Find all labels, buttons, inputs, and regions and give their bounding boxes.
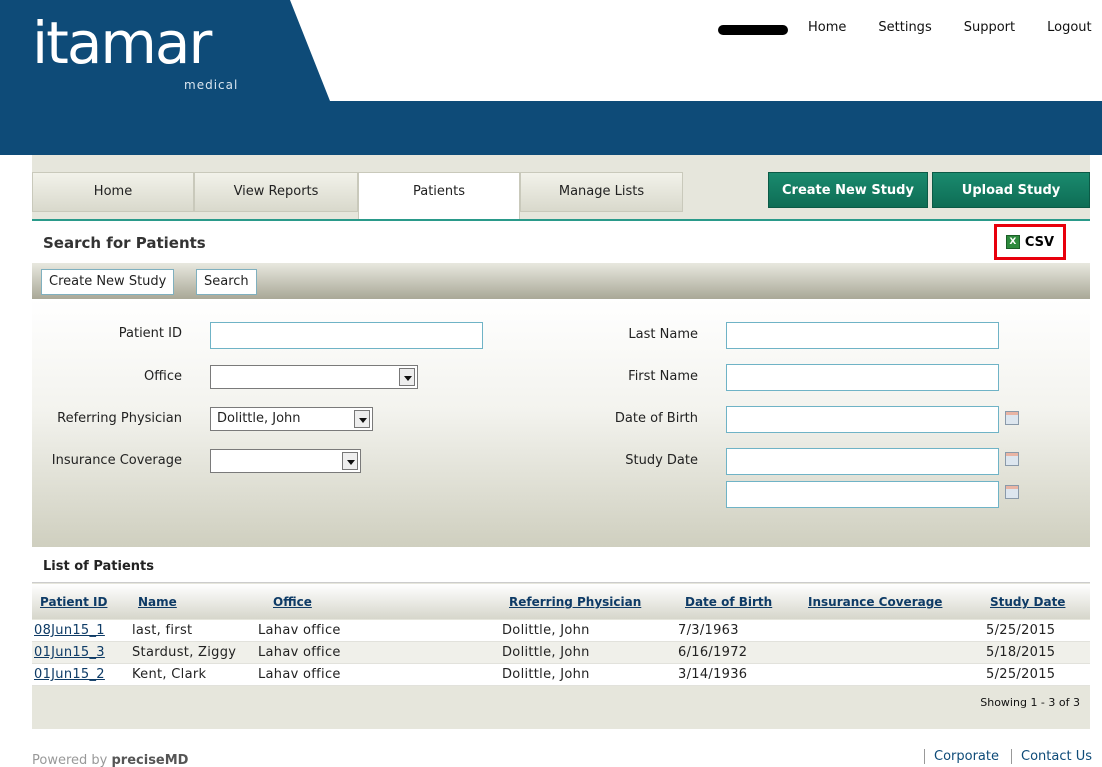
chevron-down-icon: [399, 368, 415, 386]
cell-patient-id[interactable]: 01Jun15_2: [34, 667, 105, 682]
csv-label: CSV: [1024, 234, 1055, 250]
csv-export-button[interactable]: X CSV: [994, 224, 1066, 260]
redacted-username: [718, 25, 788, 35]
toolbar-create-new-study-button[interactable]: Create New Study: [41, 269, 175, 295]
topnav-settings[interactable]: Settings: [878, 20, 931, 35]
cell-date-of-birth: 3/14/1936: [678, 667, 748, 682]
tab-patients[interactable]: Patients: [358, 172, 520, 219]
referring-physician-select[interactable]: Dolittle, John: [210, 407, 373, 431]
logo-text: itamar: [32, 9, 212, 77]
pagination-status: Showing 1 - 3 of 3: [980, 696, 1080, 709]
powered-by-brand[interactable]: preciseMD: [112, 753, 189, 767]
cell-patient-id[interactable]: 08Jun15_1: [34, 623, 105, 638]
cell-office: Lahav office: [258, 645, 341, 660]
cell-office: Lahav office: [258, 667, 341, 682]
referring-physician-value: Dolittle, John: [217, 411, 301, 426]
calendar-icon[interactable]: [1005, 452, 1019, 466]
first-name-label: First Name: [628, 369, 698, 384]
footer-link-contact-us[interactable]: Contact Us: [1011, 749, 1092, 764]
search-form: Patient ID Office Referring Physician Do…: [32, 299, 1090, 547]
cell-referring-physician: Dolittle, John: [502, 667, 590, 682]
upload-study-button[interactable]: Upload Study: [932, 172, 1090, 208]
referring-physician-label: Referring Physician: [57, 411, 182, 426]
table-row[interactable]: 08Jun15_1 last, first Lahav office Dolit…: [32, 620, 1090, 642]
cell-office: Lahav office: [258, 623, 341, 638]
footer-link-corporate[interactable]: Corporate: [924, 749, 999, 764]
cell-study-date: 5/18/2015: [986, 645, 1056, 660]
cell-name: Stardust, Ziggy: [132, 645, 237, 660]
powered-by-text: Powered by: [32, 753, 108, 767]
search-button[interactable]: Search: [196, 269, 257, 295]
cell-name: last, first: [132, 623, 193, 638]
date-of-birth-input[interactable]: [726, 406, 999, 433]
patient-id-label: Patient ID: [118, 326, 182, 341]
logo-tagline: medical: [184, 78, 239, 92]
tab-view-reports[interactable]: View Reports: [194, 172, 358, 212]
main-content: Home View Reports Patients Manage Lists …: [32, 155, 1090, 729]
study-date-label: Study Date: [625, 453, 698, 468]
office-select[interactable]: [210, 365, 418, 389]
col-study-date[interactable]: Study Date: [990, 595, 1065, 609]
cell-study-date: 5/25/2015: [986, 623, 1056, 638]
cell-date-of-birth: 7/3/1963: [678, 623, 739, 638]
col-insurance-coverage[interactable]: Insurance Coverage: [808, 595, 942, 609]
excel-icon: X: [1005, 235, 1020, 249]
list-title: List of Patients: [43, 559, 154, 574]
first-name-input[interactable]: [726, 364, 999, 391]
last-name-label: Last Name: [628, 327, 698, 342]
study-date-to-input[interactable]: [726, 481, 999, 508]
footer-links: Corporate Contact Us: [924, 749, 1092, 764]
col-office[interactable]: Office: [273, 595, 312, 609]
topnav-support[interactable]: Support: [964, 20, 1015, 35]
list-header: List of Patients: [32, 547, 1090, 583]
footer-powered-by: Powered by preciseMD: [32, 753, 188, 767]
office-label: Office: [144, 369, 182, 384]
insurance-coverage-select[interactable]: [210, 449, 361, 473]
logo[interactable]: itamar medical: [32, 9, 237, 92]
create-new-study-button[interactable]: Create New Study: [768, 172, 928, 208]
cell-patient-id[interactable]: 01Jun15_3: [34, 645, 105, 660]
tab-home[interactable]: Home: [32, 172, 194, 212]
study-date-from-input[interactable]: [726, 448, 999, 475]
table-row[interactable]: 01Jun15_3 Stardust, Ziggy Lahav office D…: [32, 642, 1090, 664]
table-header: Patient ID Name Office Referring Physici…: [32, 584, 1090, 619]
topnav-logout[interactable]: Logout: [1047, 20, 1092, 35]
topnav-home[interactable]: Home: [808, 20, 846, 35]
tab-manage-lists[interactable]: Manage Lists: [520, 172, 683, 212]
table-row[interactable]: 01Jun15_2 Kent, Clark Lahav office Dolit…: [32, 664, 1090, 686]
calendar-icon[interactable]: [1005, 411, 1019, 425]
calendar-icon[interactable]: [1005, 485, 1019, 499]
chevron-down-icon: [342, 452, 358, 470]
search-toolbar: Create New Study Search: [32, 263, 1090, 299]
cell-date-of-birth: 6/16/1972: [678, 645, 748, 660]
col-date-of-birth[interactable]: Date of Birth: [685, 595, 772, 609]
top-navigation: Home Settings Support Logout: [808, 20, 1092, 35]
cell-referring-physician: Dolittle, John: [502, 645, 590, 660]
cell-study-date: 5/25/2015: [986, 667, 1056, 682]
date-of-birth-label: Date of Birth: [614, 411, 698, 426]
search-header: Search for Patients X CSV: [32, 221, 1090, 263]
col-referring-physician[interactable]: Referring Physician: [509, 595, 641, 609]
cell-referring-physician: Dolittle, John: [502, 623, 590, 638]
patient-id-input[interactable]: [210, 322, 483, 349]
last-name-input[interactable]: [726, 322, 999, 349]
col-name[interactable]: Name: [138, 595, 177, 609]
insurance-coverage-label: Insurance Coverage: [51, 453, 182, 468]
col-patient-id[interactable]: Patient ID: [40, 595, 107, 609]
search-title: Search for Patients: [43, 234, 206, 252]
chevron-down-icon: [354, 410, 370, 428]
cell-name: Kent, Clark: [132, 667, 207, 682]
